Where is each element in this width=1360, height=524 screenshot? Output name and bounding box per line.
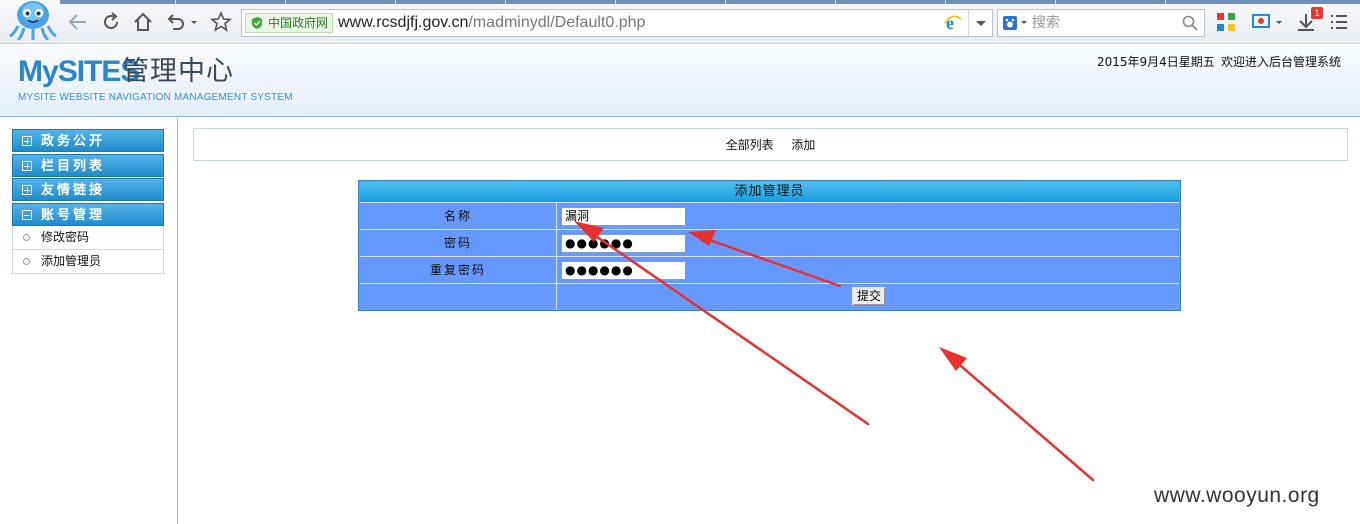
- expand-plus-icon: [22, 185, 32, 195]
- sidebar-menu-friend-links[interactable]: 友情链接: [12, 178, 164, 201]
- url-text[interactable]: www.rcsdjfj.gov.cn/madminydl/Default0.ph…: [338, 13, 645, 33]
- name-label: 名称: [360, 203, 557, 229]
- sidebar-item-label: 修改密码: [41, 230, 90, 244]
- url-host: www.rcsdjfj.gov.cn: [338, 14, 469, 31]
- submit-button[interactable]: 提交: [852, 287, 886, 306]
- search-bar[interactable]: 搜索: [997, 9, 1205, 37]
- screenshot-root: 中国政府网 www.rcsdjfj.gov.cn/madminydl/Defau…: [0, 0, 1360, 524]
- name-cell: 漏洞: [558, 203, 1179, 229]
- arrow-left-icon: [68, 14, 86, 30]
- brand-part-my: My: [18, 55, 59, 88]
- link-all-list[interactable]: 全部列表: [726, 138, 774, 152]
- bullet-circle-icon: [23, 258, 30, 265]
- tab-strip[interactable]: [60, 0, 1360, 4]
- home-icon: [134, 12, 152, 31]
- address-bar[interactable]: 中国政府网 www.rcsdjfj.gov.cn/madminydl/Defau…: [241, 9, 993, 37]
- menu-list-icon[interactable]: [1327, 10, 1351, 34]
- undo-icon: [167, 14, 197, 30]
- confirm-password-label: 重复密码: [360, 257, 557, 283]
- refresh-icon: [104, 12, 118, 29]
- password-label: 密码: [360, 230, 557, 256]
- sidebar-item-label: 添加管理员: [41, 254, 102, 268]
- sidebar-item-add-admin[interactable]: 添加管理员: [12, 250, 164, 274]
- submit-cell: 提交: [558, 284, 1179, 310]
- undo-close-tab-button[interactable]: [164, 10, 200, 34]
- star-icon: [209, 10, 233, 32]
- header-welcome: 欢迎进入后台管理系统: [1221, 55, 1342, 69]
- add-admin-form: 添加管理员 名称 漏洞 密码 ●●●●●● 重复密码 ●●●●●● 提交: [358, 180, 1181, 311]
- link-add[interactable]: 添加: [791, 138, 815, 152]
- form-row-password: 密码 ●●●●●●: [360, 229, 1179, 256]
- search-icon[interactable]: [1182, 15, 1198, 31]
- sidebar-menu-label: 栏目列表: [41, 159, 106, 174]
- form-row-name: 名称 漏洞: [360, 202, 1179, 229]
- confirm-password-input[interactable]: ●●●●●●: [561, 261, 686, 280]
- screenshot-tool-icon[interactable]: [1250, 10, 1286, 34]
- watermark-text: www.wooyun.org: [1154, 484, 1320, 507]
- search-engine-paw-icon[interactable]: [1002, 15, 1030, 31]
- refresh-button[interactable]: [99, 10, 123, 34]
- caret-down-icon: [976, 21, 986, 26]
- address-dropdown-button[interactable]: [968, 10, 992, 36]
- back-button[interactable]: [66, 10, 90, 34]
- sidebar-menu-gov-affairs[interactable]: 政务公开: [12, 129, 164, 152]
- gov-badge-label: 中国政府网: [268, 16, 329, 30]
- sidebar-menu-account[interactable]: 账号管理: [12, 203, 164, 226]
- expand-plus-icon: [22, 161, 32, 171]
- form-row-confirm-password: 重复密码 ●●●●●●: [360, 256, 1179, 283]
- sidebar-item-change-password[interactable]: 修改密码: [12, 226, 164, 250]
- gov-site-badge[interactable]: 中国政府网: [245, 13, 334, 33]
- password-input[interactable]: ●●●●●●: [561, 234, 686, 253]
- expand-plus-icon: [22, 136, 32, 146]
- browser-toolbar: 中国政府网 www.rcsdjfj.gov.cn/madminydl/Defau…: [0, 0, 1360, 44]
- annotation-arrow-line: [952, 358, 1095, 482]
- apps-grid-icon[interactable]: [1214, 10, 1238, 34]
- header-date: 2015年9月4日星期五: [1097, 55, 1215, 69]
- browser-octopus-logo-icon[interactable]: [8, 0, 58, 40]
- site-header: MySITES 管理中心 MYSITE WEBSITE NAVIGATION M…: [0, 44, 1360, 117]
- name-input[interactable]: 漏洞: [561, 207, 686, 226]
- sidebar-menu-label: 友情链接: [41, 183, 106, 198]
- download-count-badge: 1: [1311, 7, 1323, 19]
- favorite-button[interactable]: [209, 10, 233, 34]
- bullet-circle-icon: [23, 234, 30, 241]
- search-input[interactable]: 搜索: [1032, 14, 1060, 32]
- home-button[interactable]: [131, 10, 155, 34]
- form-title: 添加管理员: [360, 182, 1179, 202]
- shield-check-icon: [252, 17, 262, 29]
- sidebar-menu-column-list[interactable]: 栏目列表: [12, 154, 164, 177]
- submit-row-label: [360, 284, 557, 310]
- brand-title-cn: 管理中心: [122, 56, 234, 87]
- password-cell: ●●●●●●: [558, 230, 1179, 256]
- ie-compat-icon[interactable]: e: [944, 14, 962, 32]
- annotation-arrowhead: [939, 347, 967, 371]
- brand-subtitle: MYSITE WEBSITE NAVIGATION MANAGEMENT SYS…: [18, 92, 293, 103]
- action-links-bar: 全部列表 添加: [193, 128, 1348, 161]
- url-path: /madminydl/Default0.php: [468, 14, 646, 31]
- form-row-submit: 提交: [360, 283, 1179, 310]
- confirm-password-cell: ●●●●●●: [558, 257, 1179, 283]
- sidebar-menu-label: 账号管理: [41, 208, 106, 223]
- sidebar-menu-label: 政务公开: [41, 134, 106, 149]
- collapse-minus-icon: [22, 210, 32, 220]
